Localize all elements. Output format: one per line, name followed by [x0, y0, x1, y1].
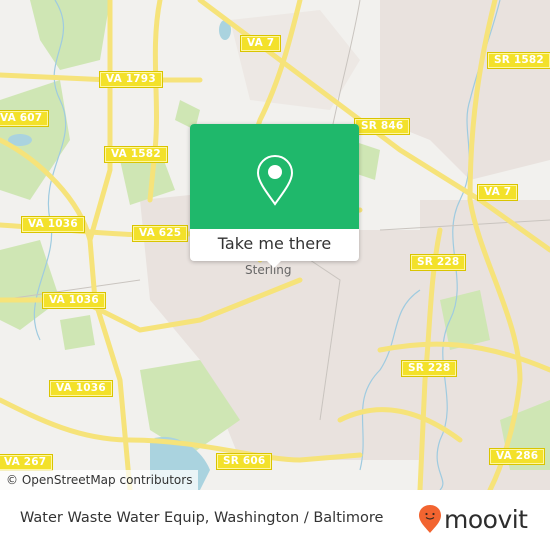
- road-shield-va-625: VA 625: [131, 225, 189, 242]
- moovit-wordmark: moovit: [444, 504, 528, 534]
- moovit-pin-icon: [419, 505, 441, 533]
- road-shield-sr-606: SR 606: [215, 453, 273, 470]
- road-shield-va-286: VA 286: [488, 448, 546, 465]
- place-title: Water Waste Water Equip, Washington / Ba…: [20, 510, 384, 526]
- location-popup[interactable]: Take me there: [190, 124, 359, 268]
- road-shield-va-1036-c: VA 1036: [49, 380, 113, 397]
- map-pin-icon: [256, 154, 294, 206]
- road-shield-va-7-north: VA 7: [239, 35, 282, 52]
- road-shield-va-607: VA 607: [0, 110, 50, 127]
- road-shield-va-1036-b: VA 1036: [42, 292, 106, 309]
- moovit-logo[interactable]: moovit: [418, 504, 528, 534]
- road-shield-va-7-east: VA 7: [476, 184, 519, 201]
- road-shield-va-267: VA 267: [0, 454, 54, 471]
- road-shield-sr-228-b: SR 228: [400, 360, 458, 377]
- popup-pointer: [265, 259, 283, 268]
- road-shield-va-1582: VA 1582: [104, 146, 168, 163]
- map[interactable]: VA 7 VA 1793 SR 1582 VA 607 VA 1582 SR 8…: [0, 0, 550, 490]
- popup-header: [190, 124, 359, 229]
- road-shield-sr-228-a: SR 228: [409, 254, 467, 271]
- take-me-there-button[interactable]: Take me there: [190, 229, 359, 261]
- road-shield-sr-1582: SR 1582: [487, 52, 550, 69]
- road-shield-va-1793: VA 1793: [99, 71, 163, 88]
- road-shield-sr-846: SR 846: [353, 118, 411, 135]
- footer: Water Waste Water Equip, Washington / Ba…: [0, 490, 550, 550]
- map-attribution[interactable]: © OpenStreetMap contributors: [0, 470, 199, 490]
- road-shield-va-1036-a: VA 1036: [21, 216, 85, 233]
